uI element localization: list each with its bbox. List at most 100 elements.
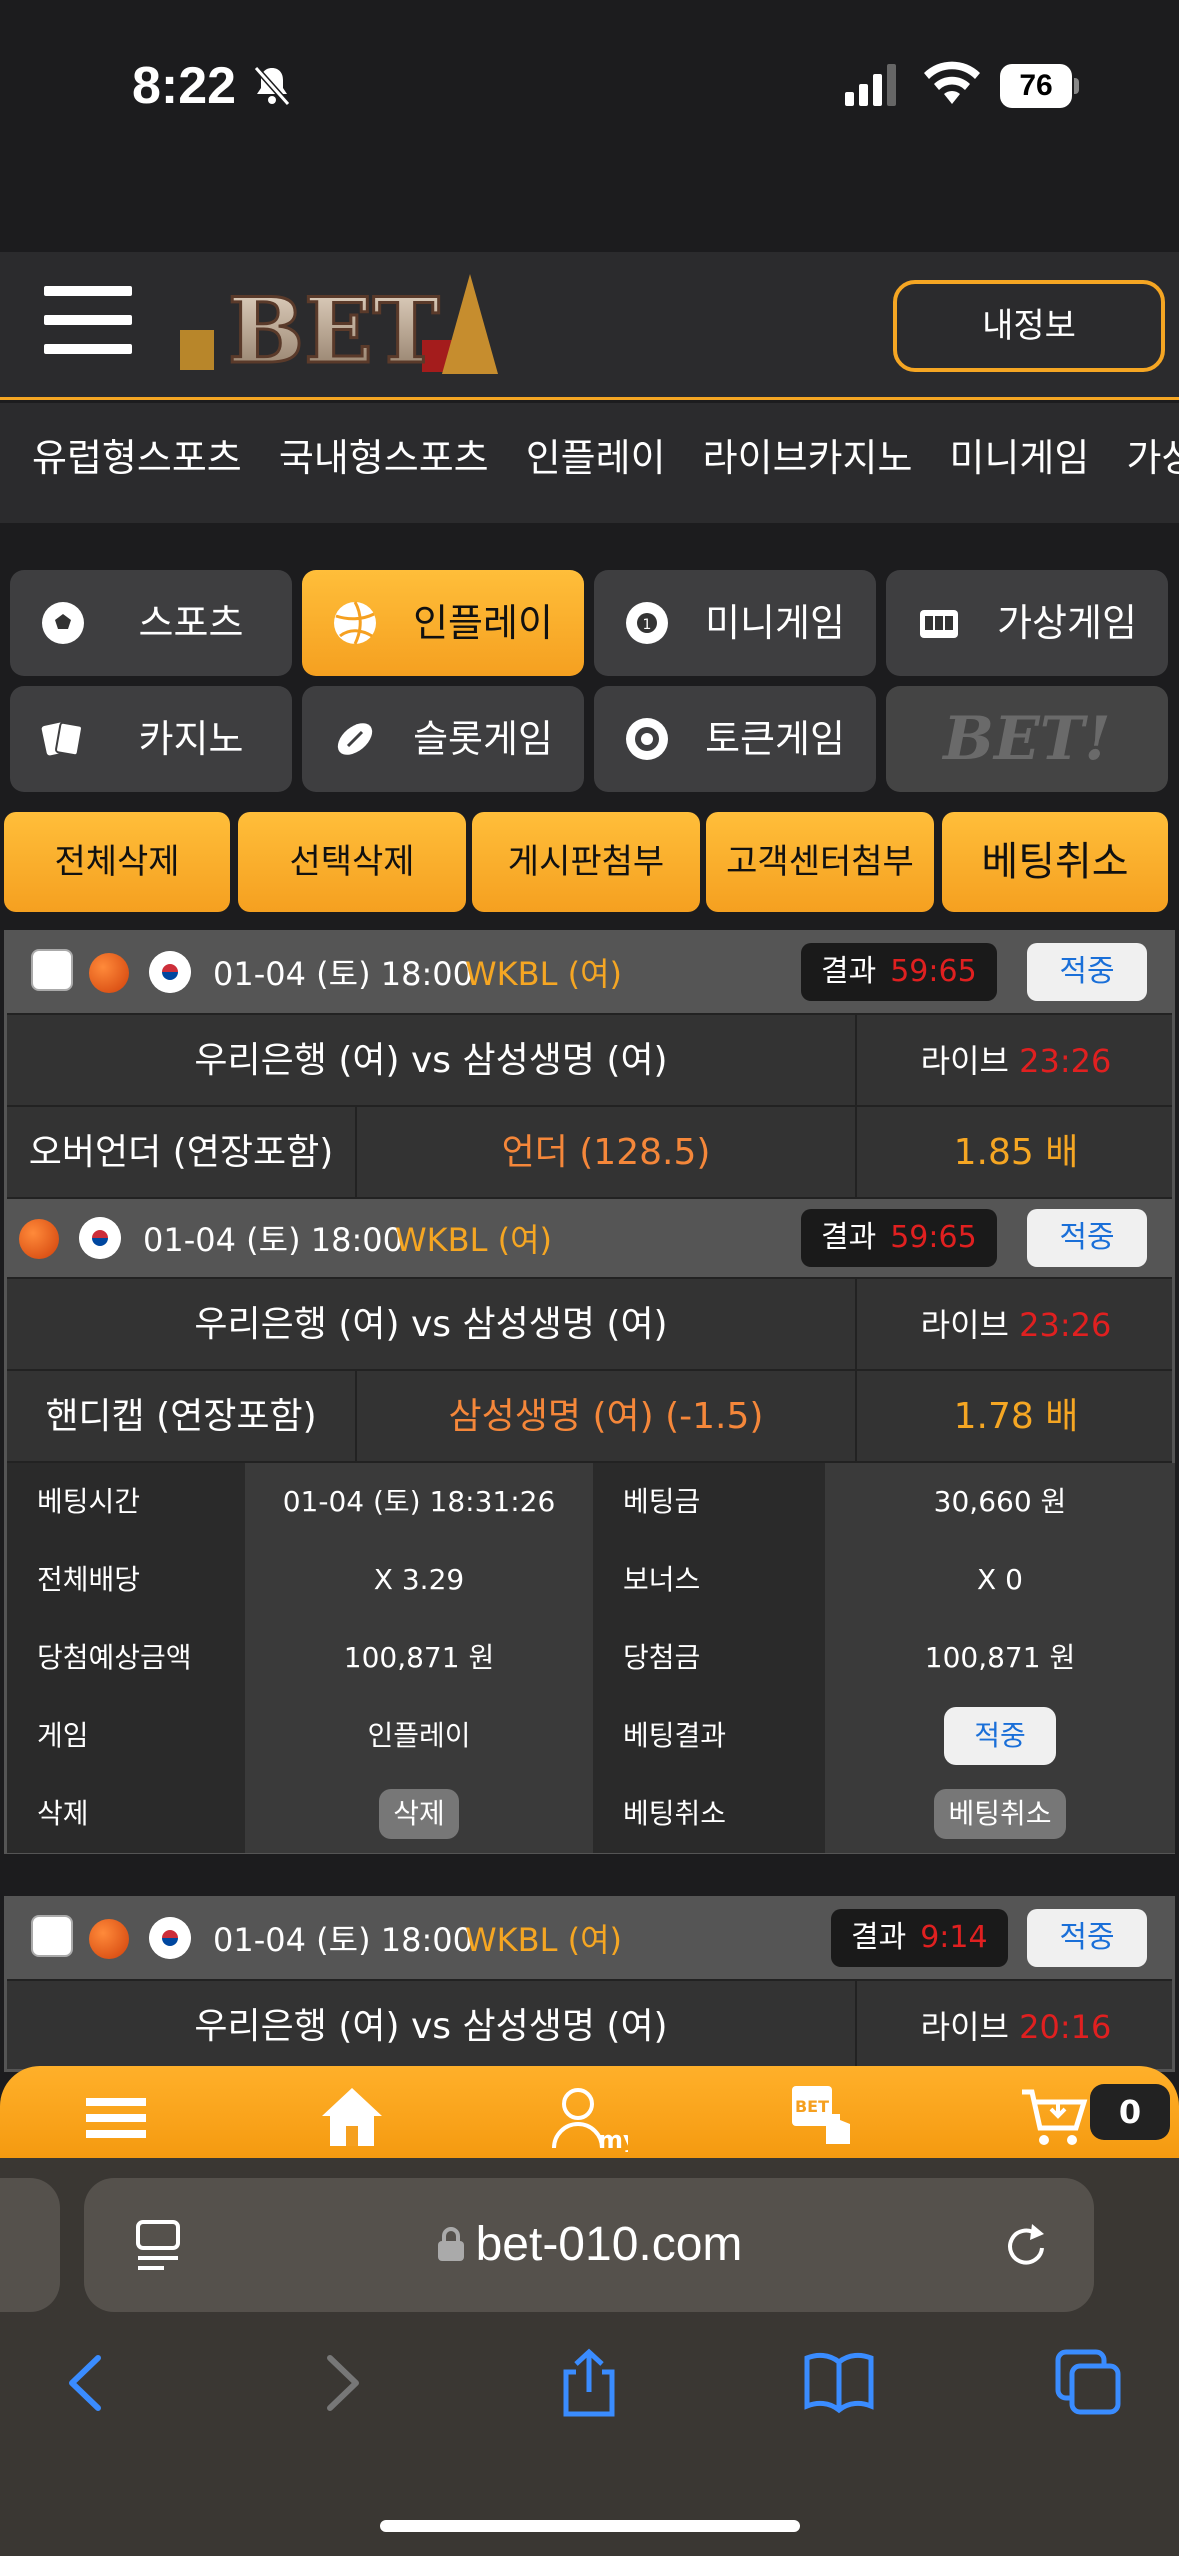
- result-score: 9:14: [920, 1920, 988, 1955]
- selection-row: 오버언더 (연장포함) 언더 (128.5) 1.85 배: [7, 1105, 1172, 1199]
- expected-win: 100,871 원: [245, 1619, 593, 1697]
- odds: 1.78 배: [953, 1396, 1079, 1437]
- delete-button[interactable]: 삭제: [379, 1789, 459, 1839]
- bonus: X 0: [825, 1541, 1175, 1619]
- hamburger-menu-icon[interactable]: [44, 286, 132, 354]
- menu-icon[interactable]: [82, 2084, 150, 2152]
- lock-icon: [437, 2227, 464, 2261]
- match-datetime: 01-04 (토) 18:00: [213, 955, 473, 993]
- cart-icon[interactable]: [1020, 2084, 1088, 2152]
- game-type: 인플레이: [245, 1697, 593, 1775]
- live-score: 라이브 23:26: [920, 1042, 1112, 1080]
- result-badge: 결과 9:14: [831, 1909, 1008, 1967]
- market-name: 오버언더 (연장포함): [7, 1107, 357, 1199]
- bet-header: 01-04 (토) 18:00 WKBL (여) 결과 59:65 적중: [7, 1197, 1172, 1277]
- bookmarks-icon[interactable]: [804, 2348, 874, 2418]
- my-page-icon[interactable]: my: [548, 2084, 628, 2152]
- back-icon[interactable]: [52, 2348, 122, 2418]
- menu-virtual-game-button[interactable]: 가상게임: [886, 570, 1168, 676]
- basketball-icon: [19, 1219, 59, 1259]
- detail-label: 전체배당: [7, 1541, 245, 1619]
- korea-flag-icon: [149, 1917, 191, 1959]
- bet-cancel-button[interactable]: 베팅취소: [934, 1789, 1066, 1839]
- detail-label: 보너스: [593, 1541, 825, 1619]
- cellular-signal-icon: [845, 64, 896, 106]
- bet-amount: 30,660 원: [825, 1463, 1175, 1541]
- svg-text:1: 1: [643, 617, 652, 633]
- menu-inplay-button[interactable]: 인플레이: [302, 570, 584, 676]
- cancel-bet-button[interactable]: 베팅취소: [942, 812, 1168, 912]
- select-checkbox[interactable]: [31, 949, 73, 991]
- detail-label: 베팅취소: [593, 1775, 825, 1853]
- menu-casino-button[interactable]: 카지노: [10, 686, 292, 792]
- match-teams: 우리은행 (여) vs 삼성생명 (여): [7, 1279, 857, 1371]
- delete-all-button[interactable]: 전체삭제: [4, 812, 230, 912]
- menu-minigame-button[interactable]: 1 미니게임: [594, 570, 876, 676]
- result-badge: 결과 59:65: [801, 943, 997, 1001]
- forward-icon[interactable]: [306, 2348, 376, 2418]
- cart-count-badge: 0: [1090, 2084, 1170, 2140]
- hit-badge: 적중: [1027, 943, 1147, 1001]
- match-datetime: 01-04 (토) 18:00: [213, 1921, 473, 1959]
- league-name: WKBL (여): [395, 1221, 552, 1259]
- menu-sports-button[interactable]: 스포츠: [10, 570, 292, 676]
- nav-inplay[interactable]: 인플레이: [526, 403, 666, 513]
- odds: 1.85 배: [953, 1132, 1079, 1173]
- pick: 삼성생명 (여) (-1.5): [357, 1371, 857, 1463]
- match-row: 우리은행 (여) vs 삼성생명 (여) 라이브 20:16: [7, 1979, 1172, 2073]
- nav-virtual-game[interactable]: 가상게: [1126, 403, 1179, 513]
- bet-time: 01-04 (토) 18:31:26: [245, 1463, 593, 1541]
- home-icon[interactable]: [318, 2084, 386, 2152]
- bet-header: 01-04 (토) 18:00 WKBL (여) 결과 9:14 적중: [7, 1899, 1172, 1979]
- result-badge: 결과 59:65: [801, 1209, 997, 1267]
- win-amount: 100,871 원: [825, 1619, 1175, 1697]
- category-nav: 유럽형스포츠 국내형스포츠 인플레이 라이브카지노 미니게임 가상게: [0, 403, 1179, 523]
- hit-badge: 적중: [1027, 1209, 1147, 1267]
- volleyball-icon: [334, 601, 376, 645]
- nav-domestic-sports[interactable]: 국내형스포츠: [279, 403, 489, 513]
- select-checkbox[interactable]: [31, 1915, 73, 1957]
- status-time: 8:22: [132, 57, 237, 115]
- battery-level: 76: [1000, 64, 1072, 108]
- bet-slip-icon[interactable]: BET: [786, 2084, 862, 2152]
- menu-token-game-button[interactable]: 토큰게임: [594, 686, 876, 792]
- menu-bet-logo-button[interactable]: BET!: [886, 686, 1168, 792]
- tabs-icon[interactable]: [1054, 2348, 1124, 2418]
- match-row: 우리은행 (여) vs 삼성생명 (여) 라이브 23:26: [7, 1013, 1172, 1107]
- result-score: 59:65: [890, 954, 977, 989]
- detail-label: 게임: [7, 1697, 245, 1775]
- status-bar: 8:22 76: [0, 0, 1179, 250]
- league-name: WKBL (여): [465, 955, 622, 993]
- attach-support-button[interactable]: 고객센터첨부: [706, 812, 934, 912]
- league-name: WKBL (여): [465, 1921, 622, 1959]
- live-score: 라이브 20:16: [920, 2008, 1112, 2046]
- previous-tab-preview[interactable]: [0, 2178, 60, 2312]
- reload-icon[interactable]: [1002, 2218, 1052, 2272]
- share-icon[interactable]: [554, 2348, 624, 2418]
- delete-cell: 삭제: [245, 1775, 593, 1853]
- my-info-button[interactable]: 내정보: [893, 280, 1165, 372]
- delete-selected-button[interactable]: 선택삭제: [238, 812, 466, 912]
- nav-live-casino[interactable]: 라이브카지노: [703, 403, 913, 513]
- bet-logo: BET!: [943, 704, 1111, 774]
- svg-text:BET: BET: [795, 2097, 829, 2116]
- svg-text:my: my: [598, 2126, 628, 2152]
- site-logo[interactable]: BET: [178, 270, 508, 380]
- lottery-ball-icon: 1: [626, 602, 668, 644]
- slot-machine-icon: [920, 610, 958, 638]
- hit-badge: 적중: [944, 1707, 1056, 1765]
- url-text: bet-010.com: [84, 2178, 1094, 2312]
- total-odds: X 3.29: [245, 1541, 593, 1619]
- bet-slip-card: 01-04 (토) 18:00 WKBL (여) 결과 59:65 적중 우리은행…: [4, 930, 1175, 1854]
- attach-board-button[interactable]: 게시판첨부: [472, 812, 700, 912]
- menu-slot-button[interactable]: 슬롯게임: [302, 686, 584, 792]
- nav-european-sports[interactable]: 유럽형스포츠: [32, 403, 242, 513]
- cards-icon: [41, 721, 83, 757]
- address-bar[interactable]: bet-010.com: [84, 2178, 1094, 2312]
- nav-minigame[interactable]: 미니게임: [950, 403, 1090, 513]
- detail-label: 삭제: [7, 1775, 245, 1853]
- browser-toolbar: bet-010.com: [0, 2158, 1179, 2556]
- hit-badge: 적중: [1027, 1909, 1147, 1967]
- bet-result: 적중: [825, 1697, 1175, 1775]
- bet-header: 01-04 (토) 18:00 WKBL (여) 결과 59:65 적중: [7, 933, 1172, 1013]
